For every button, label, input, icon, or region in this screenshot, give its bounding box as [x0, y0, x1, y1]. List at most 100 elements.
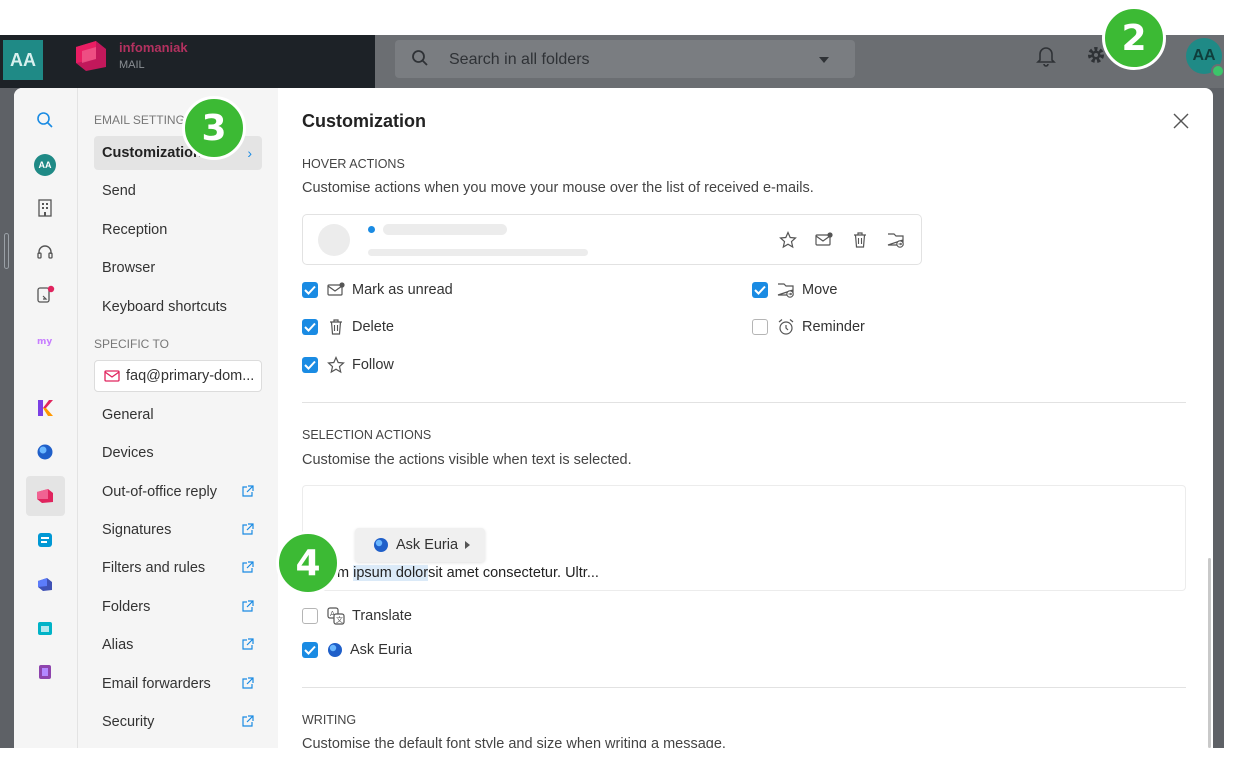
bell-icon[interactable] [1036, 45, 1056, 72]
option-ask-euria[interactable]: Ask Euria [302, 639, 412, 661]
checkbox-unchecked[interactable] [302, 608, 318, 624]
star-icon [327, 356, 345, 374]
kmeet-icon[interactable] [33, 660, 57, 684]
svg-text:文: 文 [336, 615, 343, 624]
search-input[interactable]: Search in all folders [395, 40, 855, 78]
checkbox-checked[interactable] [302, 319, 318, 335]
external-link-icon [241, 638, 254, 656]
nav-item-keyboard-shortcuts[interactable]: Keyboard shortcuts [94, 290, 262, 324]
option-label: Ask Euria [350, 642, 413, 658]
hover-actions-description: Customise actions when you move your mou… [302, 180, 814, 196]
popup-label: Ask Euria [396, 537, 459, 553]
chevron-right-icon: › [247, 145, 252, 161]
domain-selector[interactable]: faq@primary-dom... [94, 360, 262, 392]
nav-item-out-of-office-reply[interactable]: Out-of-office reply [94, 475, 262, 509]
nav-item-security[interactable]: Security [94, 705, 262, 739]
checkbox-checked[interactable] [302, 642, 318, 658]
nav-item-label: Send [102, 183, 136, 199]
euria-icon [327, 642, 343, 658]
step-badge-3: 3 [182, 96, 246, 160]
rail-avatar: AA [34, 154, 56, 176]
nav-item-label: Security [102, 714, 155, 730]
section-divider [302, 687, 1186, 688]
option-translate[interactable]: A文 Translate [302, 605, 412, 627]
nav-item-label: Reception [102, 222, 168, 238]
app-header-left: AA infomaniak MAIL [0, 35, 375, 88]
settings-nav: EMAIL SETTINGS Customization › Send Rece… [78, 88, 278, 748]
external-link-icon [241, 677, 254, 695]
nav-item-send[interactable]: Send [94, 174, 262, 208]
preview-line-placeholder [383, 224, 507, 235]
avatar[interactable]: AA [33, 153, 57, 177]
star-icon [779, 231, 797, 254]
building-icon[interactable] [33, 196, 57, 220]
nav-item-label: Alias [102, 637, 134, 653]
app-header-right: Search in all folders AA [375, 35, 1224, 88]
nav-item-email-forwarders[interactable]: Email forwarders [94, 667, 262, 701]
background-rail-item [4, 233, 9, 269]
mail-logo-icon [74, 39, 110, 73]
euria-icon[interactable] [33, 440, 57, 464]
external-link-icon [241, 561, 254, 579]
option-mark-as-unread[interactable]: Mark as unread [302, 279, 453, 301]
nav-item-general[interactable]: General [94, 398, 262, 432]
kdrive-icon[interactable] [33, 528, 57, 552]
option-label: Follow [352, 357, 394, 373]
external-link-icon [241, 523, 254, 541]
nav-item-browser[interactable]: Browser [94, 251, 262, 285]
calendar-icon[interactable] [33, 616, 57, 640]
option-delete[interactable]: Delete [302, 316, 394, 338]
nav-item-alias[interactable]: Alias [94, 628, 262, 662]
online-status-dot [1211, 64, 1224, 78]
nav-item-label: Folders [102, 599, 151, 615]
writing-description: Customise the default font style and siz… [302, 736, 726, 748]
search-icon[interactable] [33, 108, 57, 132]
checkbox-checked[interactable] [302, 282, 318, 298]
my-icon[interactable]: my [33, 328, 57, 352]
kchat-icon[interactable] [33, 396, 57, 420]
nav-item-label: Out-of-office reply [102, 484, 217, 500]
translate-icon: A文 [327, 607, 345, 625]
chevron-down-icon[interactable] [819, 57, 829, 63]
caret-right-icon [465, 541, 471, 549]
trash-icon [851, 231, 869, 254]
option-label: Reminder [802, 319, 865, 335]
search-placeholder: Search in all folders [449, 51, 590, 68]
apps-rail: AA my [14, 88, 78, 748]
scrollbar[interactable] [1208, 558, 1211, 748]
nav-item-reception[interactable]: Reception [94, 213, 262, 247]
sample-text: m ipsum dolorsit amet consectetur. Ultr.… [337, 565, 599, 581]
nav-item-filters-and-rules[interactable]: Filters and rules [94, 551, 262, 585]
preview-avatar-placeholder [318, 224, 350, 256]
sample-text-post: sit amet consectetur. Ultr... [428, 565, 599, 581]
option-label: Move [802, 282, 838, 298]
external-link-icon [241, 485, 254, 503]
checkbox-checked[interactable] [752, 282, 768, 298]
nav-item-signatures[interactable]: Signatures [94, 513, 262, 547]
option-reminder[interactable]: Reminder [752, 316, 865, 338]
settings-modal: AA my EMAIL SETTINGS Customization › Sen… [14, 88, 1213, 748]
checkbox-checked[interactable] [302, 357, 318, 373]
selection-actions-description: Customise the actions visible when text … [302, 452, 632, 468]
mail-app-icon[interactable] [33, 484, 57, 508]
swisstransfer-icon[interactable] [33, 572, 57, 596]
nav-item-label: General [102, 407, 154, 423]
headset-icon[interactable] [33, 240, 57, 264]
option-label: Translate [352, 608, 412, 624]
hover-preview [302, 214, 922, 265]
workspace-avatar[interactable]: AA [3, 40, 43, 80]
option-move[interactable]: Move [752, 279, 837, 301]
envelope-icon [104, 370, 120, 382]
close-icon[interactable] [1172, 112, 1190, 135]
nav-item-folders[interactable]: Folders [94, 590, 262, 624]
device-icon[interactable] [33, 283, 57, 307]
nav-item-devices[interactable]: Devices [94, 436, 262, 470]
external-link-icon [241, 600, 254, 618]
hover-actions-heading: HOVER ACTIONS [302, 157, 405, 171]
nav-item-label: Keyboard shortcuts [102, 299, 227, 315]
selection-preview: Ask Euria m ipsum dolorsit amet consecte… [302, 485, 1186, 591]
option-follow[interactable]: Follow [302, 354, 394, 376]
nav-item-label: Email forwarders [102, 676, 211, 692]
checkbox-unchecked[interactable] [752, 319, 768, 335]
nav-header-specific-to: SPECIFIC TO [94, 337, 169, 351]
